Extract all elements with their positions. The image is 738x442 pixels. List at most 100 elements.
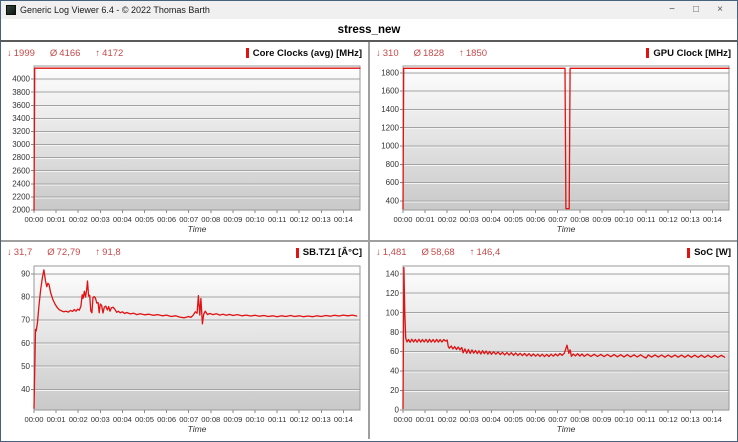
- series-stats: ↓1999 Ø4166 ↑4172: [7, 48, 123, 59]
- svg-text:00:14: 00:14: [334, 215, 353, 224]
- stat-max: ↑146,4: [470, 247, 501, 258]
- series-title: GPU Clock [MHz]: [653, 48, 731, 59]
- svg-text:00:00: 00:00: [24, 215, 43, 224]
- svg-text:00:10: 00:10: [245, 415, 264, 424]
- svg-text:4000: 4000: [12, 75, 30, 84]
- svg-text:0: 0: [395, 405, 400, 414]
- svg-text:3400: 3400: [12, 114, 30, 123]
- svg-text:600: 600: [386, 178, 400, 187]
- chart-sb-tz1[interactable]: 40506070809000:0000:0100:0200:0300:0400:…: [4, 262, 364, 436]
- svg-text:00:14: 00:14: [703, 415, 722, 424]
- svg-text:3800: 3800: [12, 88, 30, 97]
- stat-max-value: 4172: [102, 48, 123, 59]
- panel-head: ↓1,481 Ø58,68 ↑146,4 SoC [W]: [373, 244, 734, 262]
- chart-gpu-clock[interactable]: 4006008001000120014001600180000:0000:010…: [373, 62, 733, 236]
- file-title: stress_new: [338, 24, 401, 36]
- svg-text:Time: Time: [557, 424, 576, 434]
- svg-text:80: 80: [21, 292, 30, 301]
- series-color-swatch-icon: [246, 48, 249, 58]
- chart-panel-soc: ↓1,481 Ø58,68 ↑146,4 SoC [W] 02040608010…: [370, 242, 737, 440]
- series-title: SB.TZ1 [Â°C]: [303, 247, 362, 258]
- svg-text:120: 120: [386, 288, 400, 297]
- stat-max: ↑91,8: [95, 247, 120, 258]
- svg-text:3200: 3200: [12, 127, 30, 136]
- svg-text:00:14: 00:14: [703, 215, 722, 224]
- svg-text:00:08: 00:08: [570, 215, 589, 224]
- svg-text:00:04: 00:04: [113, 415, 132, 424]
- svg-text:00:04: 00:04: [482, 415, 501, 424]
- svg-text:00:07: 00:07: [179, 415, 198, 424]
- stat-min-value: 31,7: [14, 247, 33, 258]
- svg-text:00:07: 00:07: [548, 415, 567, 424]
- series-color-swatch-icon: [646, 48, 649, 58]
- max-arrow-icon: ↑: [95, 247, 100, 258]
- svg-text:Time: Time: [188, 224, 207, 234]
- svg-text:00:10: 00:10: [245, 215, 264, 224]
- svg-text:00:05: 00:05: [135, 415, 154, 424]
- close-button[interactable]: ×: [708, 1, 732, 19]
- svg-text:00:01: 00:01: [416, 215, 435, 224]
- svg-text:1800: 1800: [381, 69, 399, 78]
- panel-head: ↓31,7 Ø72,79 ↑91,8 SB.TZ1 [Â°C]: [4, 244, 365, 262]
- svg-text:00:08: 00:08: [201, 415, 220, 424]
- avg-icon: Ø: [50, 48, 57, 59]
- stat-avg: Ø58,68: [422, 247, 455, 258]
- stat-min: ↓1999: [7, 48, 35, 59]
- svg-text:00:00: 00:00: [393, 415, 412, 424]
- stat-min-value: 310: [383, 48, 399, 59]
- svg-text:100: 100: [386, 308, 400, 317]
- series-legend[interactable]: GPU Clock [MHz]: [646, 48, 731, 59]
- stat-avg-value: 72,79: [57, 247, 81, 258]
- stat-avg-value: 4166: [59, 48, 80, 59]
- panel-head: ↓1999 Ø4166 ↑4172 Core Clocks (avg) [MHz…: [4, 44, 365, 62]
- svg-text:2800: 2800: [12, 153, 30, 162]
- stat-avg-value: 58,68: [431, 247, 455, 258]
- maximize-button[interactable]: □: [684, 1, 708, 19]
- svg-text:00:00: 00:00: [393, 215, 412, 224]
- svg-text:00:04: 00:04: [113, 215, 132, 224]
- chart-grid: ↓1999 Ø4166 ↑4172 Core Clocks (avg) [MHz…: [1, 42, 737, 439]
- chart-soc[interactable]: 02040608010012014000:0000:0100:0200:0300…: [373, 262, 733, 436]
- window-controls: − □ ×: [660, 1, 732, 19]
- svg-text:60: 60: [21, 338, 30, 347]
- stat-max-value: 146,4: [476, 247, 500, 258]
- svg-text:400: 400: [386, 197, 400, 206]
- svg-text:1000: 1000: [381, 142, 399, 151]
- svg-text:00:13: 00:13: [681, 215, 700, 224]
- chart-panel-gpu-clock: ↓310 Ø1828 ↑1850 GPU Clock [MHz] 400 600 8…: [370, 42, 737, 240]
- svg-text:50: 50: [21, 361, 30, 370]
- svg-text:00:13: 00:13: [312, 215, 331, 224]
- svg-text:00:06: 00:06: [526, 215, 545, 224]
- stat-max: ↑1850: [459, 48, 487, 59]
- stat-avg-value: 1828: [423, 48, 444, 59]
- svg-text:00:12: 00:12: [290, 415, 309, 424]
- svg-text:Time: Time: [557, 224, 576, 234]
- stat-avg: Ø72,79: [47, 247, 80, 258]
- panel-head: ↓310 Ø1828 ↑1850 GPU Clock [MHz]: [373, 44, 734, 62]
- series-legend[interactable]: SB.TZ1 [Â°C]: [296, 247, 362, 258]
- svg-text:80: 80: [390, 327, 399, 336]
- window-title: Generic Log Viewer 6.4 - © 2022 Thomas B…: [20, 5, 210, 15]
- svg-text:20: 20: [390, 386, 399, 395]
- svg-text:00:12: 00:12: [290, 215, 309, 224]
- svg-text:800: 800: [386, 160, 400, 169]
- minimize-button[interactable]: −: [660, 1, 684, 19]
- stat-max-value: 1850: [466, 48, 487, 59]
- series-legend[interactable]: Core Clocks (avg) [MHz]: [246, 48, 362, 59]
- series-stats: ↓1,481 Ø58,68 ↑146,4: [376, 247, 500, 258]
- chart-core-clocks[interactable]: 2000220024002600280030003200340036003800…: [4, 62, 364, 236]
- svg-text:2400: 2400: [12, 179, 30, 188]
- svg-text:1200: 1200: [381, 123, 399, 132]
- svg-text:00:03: 00:03: [91, 215, 110, 224]
- svg-text:40: 40: [390, 366, 399, 375]
- avg-icon: Ø: [414, 48, 421, 59]
- series-stats: ↓31,7 Ø72,79 ↑91,8: [7, 247, 121, 258]
- svg-text:1400: 1400: [381, 105, 399, 114]
- svg-text:00:09: 00:09: [592, 215, 611, 224]
- series-legend[interactable]: SoC [W]: [687, 247, 731, 258]
- svg-text:00:02: 00:02: [438, 215, 457, 224]
- svg-text:00:05: 00:05: [504, 215, 523, 224]
- svg-text:00:11: 00:11: [268, 415, 286, 424]
- svg-text:00:03: 00:03: [460, 415, 479, 424]
- svg-text:00:07: 00:07: [548, 215, 567, 224]
